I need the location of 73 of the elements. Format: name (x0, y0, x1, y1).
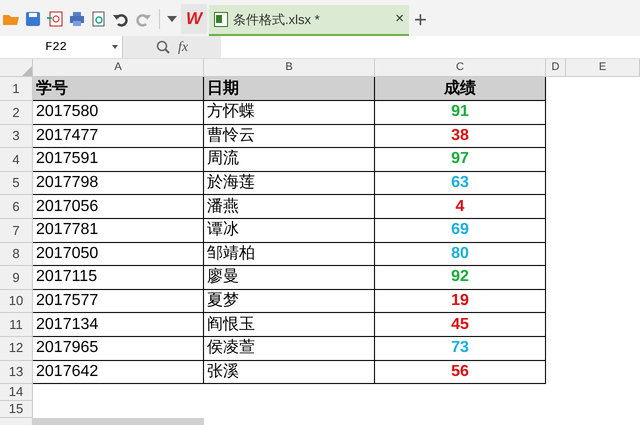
table-cell: 69 (375, 218, 546, 243)
table-cell: 2017781 (33, 218, 204, 243)
row-header[interactable]: 10 (0, 290, 33, 314)
dropdown-caret-icon[interactable] (112, 45, 118, 49)
table-cell: 73 (375, 336, 546, 361)
table-cell: 谭冰 (204, 218, 375, 243)
column-header[interactable]: A (33, 59, 204, 76)
row-header[interactable]: 13 (0, 360, 33, 384)
table-cell: 2017056 (33, 195, 204, 219)
table-cell: 2017965 (33, 336, 204, 361)
header-cell: 成绩 (375, 77, 546, 101)
header-cell: 日期 (204, 77, 375, 101)
table-cell: 91 (375, 101, 546, 125)
dropdown-caret-icon[interactable] (167, 16, 177, 22)
table-cell: 2017591 (33, 148, 204, 172)
name-box[interactable]: F22 (0, 36, 123, 58)
row-header[interactable]: 1 (0, 77, 33, 101)
table-cell: 56 (375, 360, 546, 384)
save-icon[interactable] (24, 10, 42, 28)
table-cell: 阎恨玉 (204, 313, 375, 337)
table-cell: 80 (375, 242, 546, 266)
table-cell: 潘燕 (204, 195, 375, 219)
app-logo[interactable]: W (181, 4, 208, 34)
table-cell: 2017115 (33, 266, 204, 290)
close-tab-button[interactable]: × (395, 8, 404, 31)
row-header[interactable]: 3 (0, 124, 33, 148)
table-cell: 2017577 (33, 290, 204, 314)
table-cell: 63 (375, 172, 546, 196)
table-cell: 19 (375, 290, 546, 314)
table-cell: 38 (375, 124, 546, 148)
table-cell: 侯凌萱 (204, 336, 375, 361)
table-cell: 92 (375, 266, 546, 290)
row-header[interactable]: 4 (0, 148, 33, 172)
column-header[interactable]: B (204, 59, 375, 76)
column-header[interactable]: E (566, 59, 640, 76)
table-cell: 97 (375, 148, 546, 172)
table-cell: 2017798 (33, 172, 204, 196)
table-cell: 廖曼 (204, 266, 375, 290)
table-cell: 於海莲 (204, 172, 375, 196)
column-header[interactable]: D (546, 59, 566, 76)
row-header[interactable]: 7 (0, 218, 33, 243)
row-header[interactable]: 2 (0, 101, 33, 125)
row-header[interactable]: 9 (0, 266, 33, 290)
table-cell: 周流 (204, 148, 375, 172)
table-cell: 张溪 (204, 360, 375, 384)
table-cell: 邹靖柏 (204, 242, 375, 266)
table-cell: 曹怜云 (204, 124, 375, 148)
column-header[interactable]: C (375, 59, 546, 76)
new-tab-button[interactable]: + (414, 9, 427, 31)
table-cell: 方怀蝶 (204, 101, 375, 125)
row-header[interactable]: 11 (0, 313, 33, 337)
tab-title: 条件格式.xlsx * (233, 10, 321, 29)
table-cell: 45 (375, 313, 546, 337)
document-tab[interactable]: 条件格式.xlsx * × (209, 5, 410, 36)
print-icon[interactable] (68, 10, 86, 28)
row-header[interactable]: 15 (0, 401, 33, 418)
export-pdf-icon[interactable] (46, 10, 64, 28)
row-header[interactable]: 14 (0, 384, 33, 402)
row-header[interactable]: 6 (0, 195, 33, 219)
zoom-icon[interactable] (156, 40, 170, 54)
spreadsheet-file-icon (214, 12, 228, 27)
table-cell: 2017050 (33, 242, 204, 266)
table-cell: 2017477 (33, 124, 204, 148)
row-header[interactable]: 8 (0, 242, 33, 266)
table-cell: 夏梦 (204, 290, 375, 314)
row-header[interactable]: 12 (0, 336, 33, 361)
function-button[interactable]: fx (178, 36, 188, 58)
header-cell: 学号 (33, 77, 204, 101)
table-cell: 2017580 (33, 101, 204, 125)
table-cell: 2017642 (33, 360, 204, 384)
row-header[interactable]: 5 (0, 172, 33, 196)
table-cell: 2017134 (33, 313, 204, 337)
table-cell: 4 (375, 195, 546, 219)
